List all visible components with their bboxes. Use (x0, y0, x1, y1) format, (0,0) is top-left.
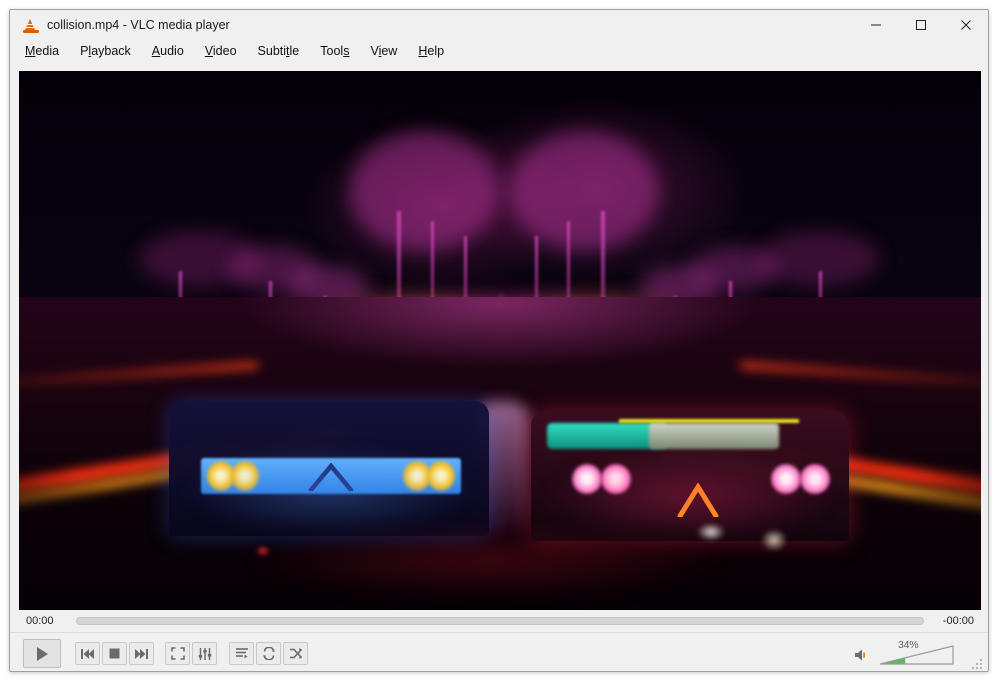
video-surface[interactable] (19, 71, 981, 610)
palm-canopy-center-right (509, 131, 659, 251)
palm-canopy-center-left (349, 131, 499, 251)
next-button[interactable] (129, 642, 154, 665)
left-car-glow (179, 446, 479, 536)
menu-item-view[interactable]: View (370, 44, 397, 58)
play-button[interactable] (23, 639, 61, 668)
menu-item-media[interactable]: Media (25, 44, 59, 58)
road-small-red-dot (256, 546, 270, 556)
stop-button[interactable] (102, 642, 127, 665)
minimize-button[interactable] (853, 10, 898, 40)
maximize-button[interactable] (898, 10, 943, 40)
remaining-time: -00:00 (942, 615, 974, 627)
menu-item-audio[interactable]: Audio (152, 44, 184, 58)
seek-slider[interactable] (76, 617, 924, 625)
road-foreground-sheen (249, 526, 729, 596)
volume-area: 34% (854, 635, 974, 671)
menu-item-subtitle[interactable]: Subtitle (258, 44, 300, 58)
menu-item-help[interactable]: Help (418, 44, 444, 58)
vlc-cone-icon (22, 17, 39, 34)
speaker-icon[interactable] (854, 648, 871, 667)
previous-button[interactable] (75, 642, 100, 665)
menu-bar: Media Playback Audio Video Subtitle Tool… (10, 40, 988, 61)
right-car-splash-b (761, 529, 787, 551)
fullscreen-button[interactable] (165, 642, 190, 665)
right-car-hood-panel (649, 423, 779, 449)
screen: collision.mp4 - VLC media player Media P… (0, 0, 1000, 683)
random-button[interactable] (283, 642, 308, 665)
seek-row: 00:00 -00:00 (10, 610, 988, 632)
playlist-button[interactable] (229, 642, 254, 665)
vlc-window: collision.mp4 - VLC media player Media P… (9, 9, 989, 672)
extended-settings-button[interactable] (192, 642, 217, 665)
window-title: collision.mp4 - VLC media player (47, 18, 230, 32)
window-controls (853, 10, 988, 40)
volume-triangle-icon (880, 645, 954, 665)
right-car-yellow-trim (619, 419, 799, 423)
volume-slider[interactable]: 34% (880, 639, 954, 665)
control-bar: 34% (10, 632, 988, 671)
elapsed-time: 00:00 (26, 615, 54, 627)
resize-grip[interactable] (972, 659, 983, 670)
menu-item-video[interactable]: Video (205, 44, 237, 58)
close-button[interactable] (943, 10, 988, 40)
menu-item-playback[interactable]: Playback (80, 44, 131, 58)
menu-item-tools[interactable]: Tools (320, 44, 349, 58)
title-bar[interactable]: collision.mp4 - VLC media player (10, 10, 988, 40)
loop-button[interactable] (256, 642, 281, 665)
